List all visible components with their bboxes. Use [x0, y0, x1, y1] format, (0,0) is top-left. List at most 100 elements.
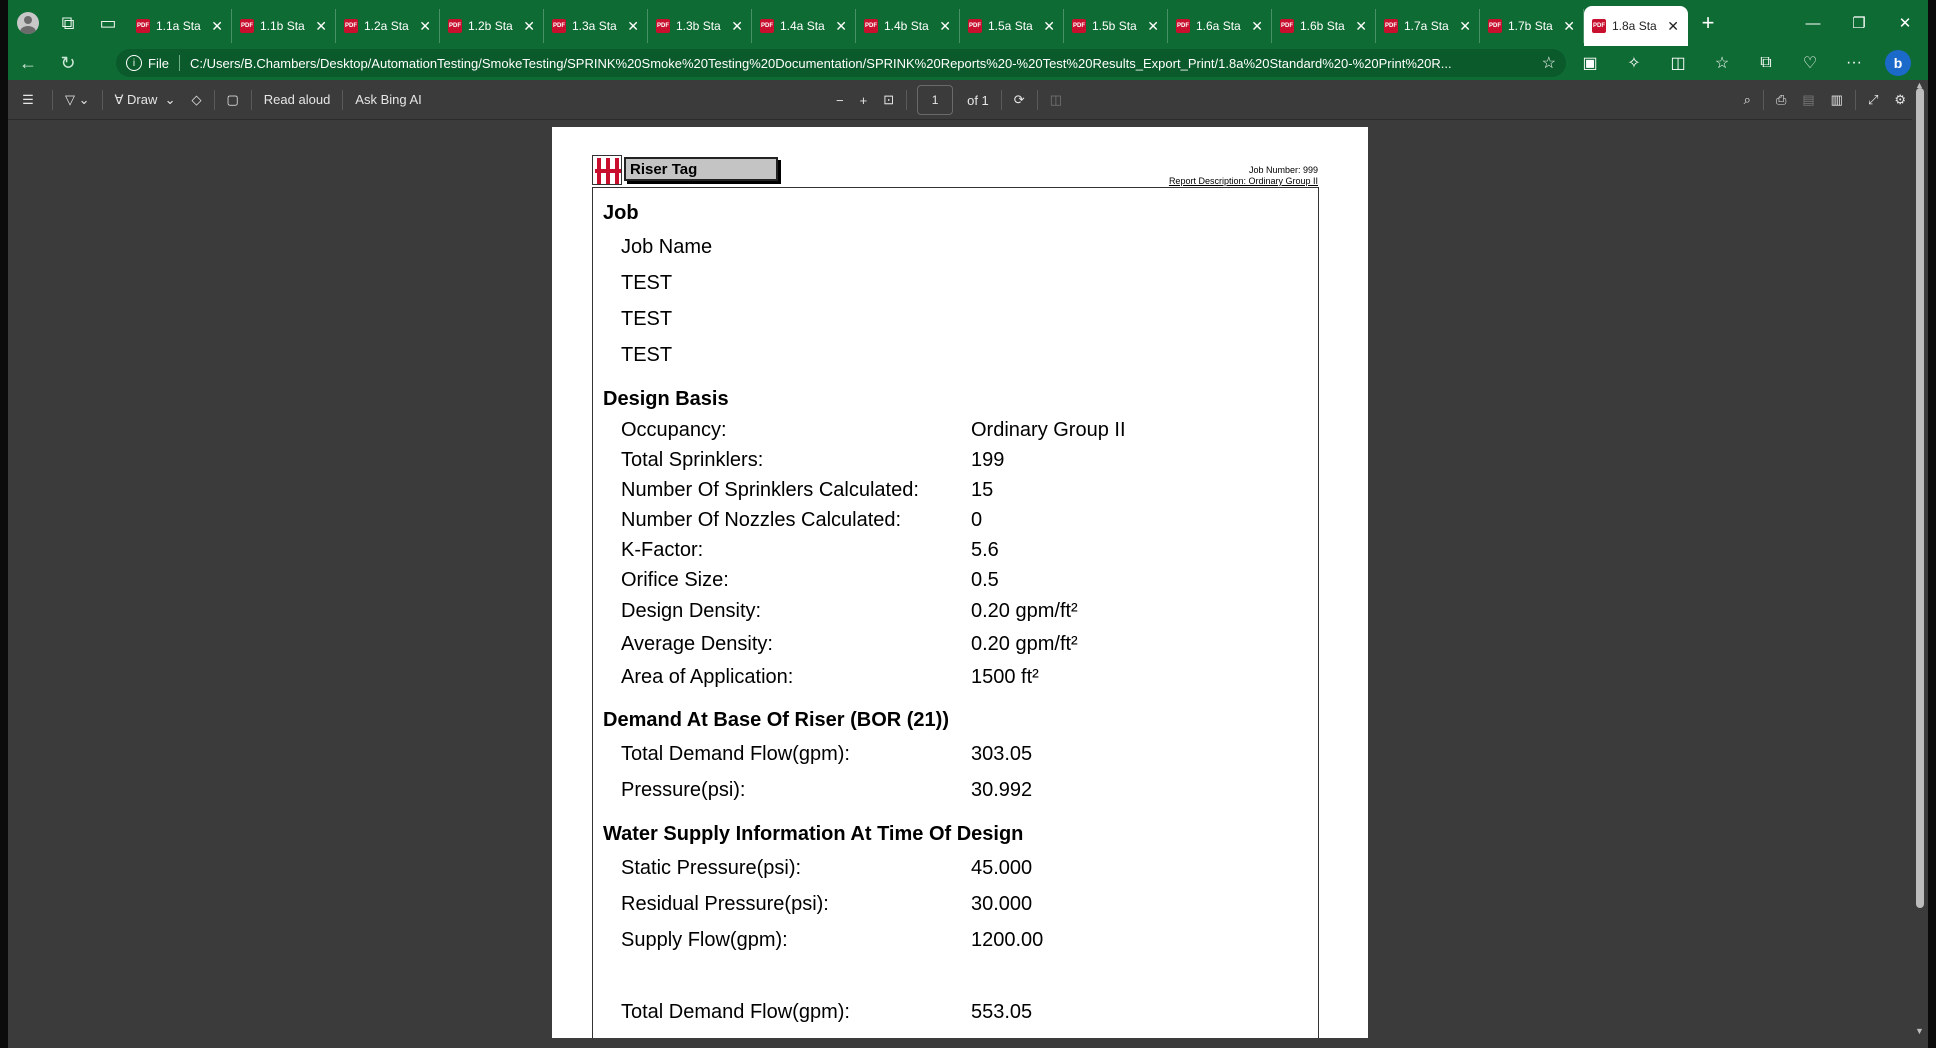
- scroll-down-arrow-icon[interactable]: ▼: [1915, 1026, 1924, 1036]
- divider: [1854, 90, 1856, 110]
- close-tab-icon[interactable]: ✕: [1147, 18, 1159, 35]
- close-tab-icon[interactable]: ✕: [1355, 18, 1367, 35]
- browser-essentials-icon[interactable]: ♡: [1788, 46, 1832, 80]
- tab[interactable]: PDF 1.1b Sta ✕: [232, 9, 336, 43]
- close-tab-icon[interactable]: ✕: [1251, 18, 1263, 35]
- pdf-icon: PDF: [448, 19, 462, 33]
- field-value: 15: [971, 479, 994, 501]
- tab-label: 1.3b Sta: [676, 19, 721, 33]
- close-tab-icon[interactable]: ✕: [315, 18, 327, 35]
- collections-icon[interactable]: ⧉: [1744, 46, 1788, 80]
- field-row: Static Pressure(psi): 45.000: [603, 850, 1303, 886]
- pdf-icon: PDF: [240, 19, 254, 33]
- tab[interactable]: PDF 1.4b Sta ✕: [856, 9, 960, 43]
- add-text-icon[interactable]: ▢: [219, 80, 247, 120]
- tab-label: 1.4a Sta: [780, 19, 825, 33]
- page-number-input[interactable]: 1: [917, 85, 954, 115]
- divider: [906, 90, 908, 110]
- report-body: Job Job Name TEST TEST TEST Design Basis…: [603, 197, 1303, 1030]
- close-window-icon[interactable]: ✕: [1882, 0, 1928, 46]
- tab[interactable]: PDF 1.7b Sta ✕: [1480, 9, 1584, 43]
- extension-icon[interactable]: ▣: [1568, 46, 1612, 80]
- zoom-in-icon[interactable]: +: [852, 80, 876, 120]
- read-aloud-button[interactable]: Read aloud: [256, 80, 339, 120]
- tab[interactable]: PDF 1.6b Sta ✕: [1272, 9, 1376, 43]
- save-as-icon[interactable]: ▥: [1823, 80, 1851, 120]
- more-menu-icon[interactable]: ···: [1832, 46, 1876, 80]
- info-icon[interactable]: i: [126, 55, 142, 71]
- pdf-icon: PDF: [1176, 19, 1190, 33]
- workspaces-icon[interactable]: ⧉: [48, 0, 88, 46]
- pdf-viewer[interactable]: Riser Tag Job Number: 999 Report Descrip…: [8, 120, 1912, 1038]
- pdf-icon: PDF: [1280, 19, 1294, 33]
- field-value: 30.992: [971, 779, 1033, 801]
- url-text[interactable]: C:/Users/B.Chambers/Desktop/AutomationTe…: [190, 56, 1532, 71]
- close-tab-icon[interactable]: ✕: [1043, 18, 1055, 35]
- section-heading-design-basis: Design Basis: [603, 388, 729, 410]
- tab-label: 1.7a Sta: [1404, 19, 1449, 33]
- close-tab-icon[interactable]: ✕: [1667, 18, 1679, 35]
- split-screen-icon[interactable]: ◫: [1656, 46, 1700, 80]
- tab[interactable]: PDF 1.5a Sta ✕: [960, 9, 1064, 43]
- bing-copilot-button[interactable]: b: [1876, 46, 1920, 80]
- restore-icon[interactable]: ❐: [1836, 0, 1882, 46]
- ask-bing-button[interactable]: Ask Bing AI: [347, 80, 429, 120]
- scrollbar-thumb[interactable]: [1916, 88, 1924, 908]
- highlight-icon[interactable]: ▽ ⌄: [57, 80, 98, 120]
- fit-to-page-icon[interactable]: ⊡: [875, 80, 902, 120]
- favorite-star-icon[interactable]: ☆: [1542, 53, 1556, 73]
- draw-button[interactable]: ∀ Draw ⌄: [107, 80, 184, 120]
- minimize-icon[interactable]: —: [1790, 0, 1836, 46]
- tab[interactable]: PDF 1.2b Sta ✕: [440, 9, 544, 43]
- settings-gear-icon[interactable]: ⚙: [1886, 80, 1914, 120]
- tab[interactable]: PDF 1.3a Sta ✕: [544, 9, 648, 43]
- rotate-icon[interactable]: ⟳: [1006, 80, 1033, 120]
- profile-button[interactable]: [8, 0, 48, 46]
- tab[interactable]: PDF 1.3b Sta ✕: [648, 9, 752, 43]
- contents-list-icon[interactable]: ☰: [8, 80, 48, 120]
- divider: [250, 89, 252, 110]
- tab-actions-icon[interactable]: ▭: [88, 0, 128, 46]
- tab-active[interactable]: PDF 1.8a Sta ✕: [1584, 6, 1688, 46]
- field-label: Number Of Sprinklers Calculated:: [621, 479, 919, 501]
- close-tab-icon[interactable]: ✕: [211, 18, 223, 35]
- tab[interactable]: PDF 1.1a Sta ✕: [128, 9, 232, 43]
- tab[interactable]: PDF 1.6a Sta ✕: [1168, 9, 1272, 43]
- close-tab-icon[interactable]: ✕: [419, 18, 431, 35]
- back-arrow-icon[interactable]: ←: [8, 46, 48, 80]
- field-value: 30.000: [971, 893, 1033, 915]
- address-bar[interactable]: i File C:/Users/B.Chambers/Desktop/Autom…: [116, 49, 1566, 77]
- divider: [1762, 90, 1764, 110]
- tab[interactable]: PDF 1.5b Sta ✕: [1064, 9, 1168, 43]
- close-tab-icon[interactable]: ✕: [1459, 18, 1471, 35]
- favorites-icon[interactable]: ☆: [1700, 46, 1744, 80]
- tab[interactable]: PDF 1.7a Sta ✕: [1376, 9, 1480, 43]
- tab[interactable]: PDF 1.2a Sta ✕: [336, 9, 440, 43]
- close-tab-icon[interactable]: ✕: [939, 18, 951, 35]
- search-icon[interactable]: ⌕: [1736, 80, 1759, 120]
- save-icon[interactable]: ▤: [1794, 80, 1822, 120]
- page-view-icon[interactable]: ◫: [1042, 80, 1070, 120]
- field-label: Area of Application:: [621, 666, 794, 688]
- close-tab-icon[interactable]: ✕: [835, 18, 847, 35]
- close-tab-icon[interactable]: ✕: [1563, 18, 1575, 35]
- extensions-puzzle-icon[interactable]: ✧: [1612, 46, 1656, 80]
- job-number-header: Job Number: 999 Report Description: Ordi…: [1169, 165, 1318, 187]
- close-tab-icon[interactable]: ✕: [731, 18, 743, 35]
- close-tab-icon[interactable]: ✕: [627, 18, 639, 35]
- pdf-icon: PDF: [1072, 19, 1086, 33]
- vertical-scrollbar[interactable]: ▲ ▼: [1912, 80, 1928, 1038]
- eraser-icon[interactable]: ◇: [184, 80, 210, 120]
- navigation-bar: ← ↻ i File C:/Users/B.Chambers/Desktop/A…: [8, 46, 1928, 80]
- new-tab-button[interactable]: +: [1688, 0, 1728, 46]
- tab-label: 1.5a Sta: [988, 19, 1033, 33]
- print-icon[interactable]: ⎙: [1768, 80, 1794, 120]
- field-value: 199: [971, 449, 1005, 471]
- fullscreen-icon[interactable]: ⤢: [1860, 80, 1886, 120]
- zoom-out-icon[interactable]: −: [828, 80, 852, 120]
- close-tab-icon[interactable]: ✕: [523, 18, 535, 35]
- divider: [178, 55, 180, 71]
- tab[interactable]: PDF 1.4a Sta ✕: [752, 9, 856, 43]
- refresh-icon[interactable]: ↻: [48, 46, 88, 80]
